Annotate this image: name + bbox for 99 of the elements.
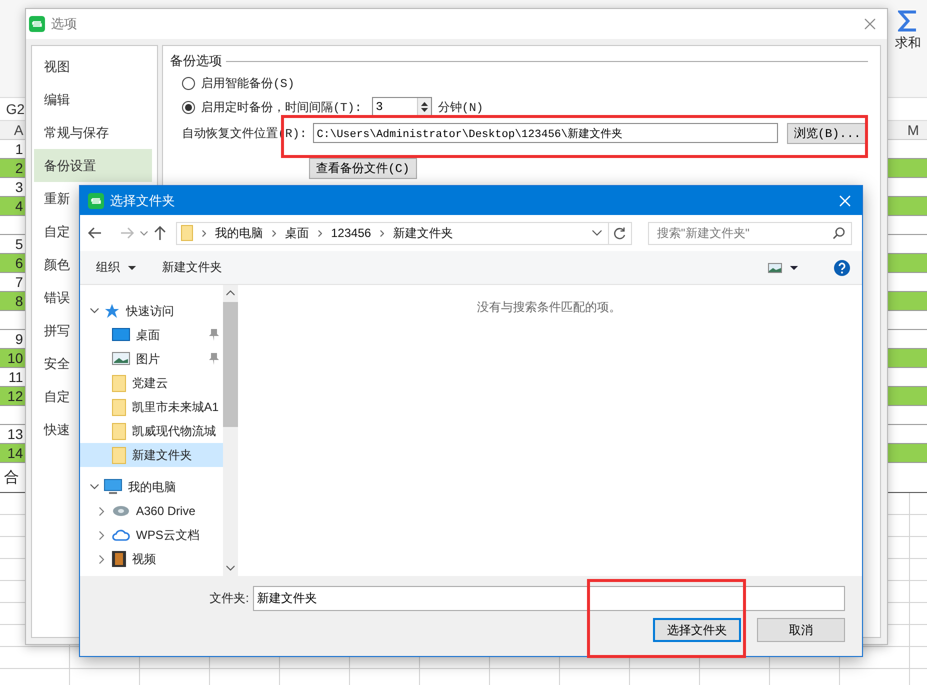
drive-icon [112, 504, 130, 518]
column-header: A [14, 122, 24, 138]
refresh-icon[interactable] [614, 226, 626, 240]
nav-item[interactable]: 编辑 [34, 83, 152, 116]
interval-unit: 分钟(N) [438, 100, 484, 116]
row-number: 7 [14, 273, 24, 291]
chevron-right-icon [318, 230, 322, 236]
tree-item[interactable]: 我的电脑 [80, 475, 223, 499]
row-number: 2 [14, 159, 24, 177]
tree-item[interactable]: 图片 [80, 347, 223, 371]
folder-icon [112, 422, 126, 440]
help-button[interactable] [834, 260, 850, 276]
spin-arrows-icon[interactable] [420, 101, 428, 113]
browse-button[interactable]: 浏览(B)... [786, 122, 868, 144]
chevron-right-icon[interactable] [99, 554, 105, 564]
chevron-down-icon[interactable] [90, 484, 98, 490]
tree-item[interactable]: 凯威现代物流城 [80, 419, 223, 443]
image-icon [112, 352, 130, 366]
folder-icon [112, 398, 126, 416]
pin-icon[interactable] [208, 353, 219, 365]
organize-menu[interactable]: 组织 [96, 259, 136, 276]
row-number: 12 [6, 387, 24, 405]
tree-item[interactable]: 视频 [80, 547, 223, 571]
cloud-icon [112, 528, 130, 542]
tree-item[interactable]: 党建云 [80, 371, 223, 395]
group-title: 备份选项 [170, 52, 222, 70]
empty-message: 没有与搜索条件匹配的项。 [477, 299, 621, 316]
dialog-title: 选择文件夹 [110, 192, 176, 210]
tree-item[interactable]: 凯里市未来城A1 [80, 395, 223, 419]
chevron-down-icon[interactable] [90, 308, 98, 314]
chevron-right-icon [380, 230, 384, 236]
scrollbar[interactable] [222, 285, 238, 576]
folder-icon [181, 225, 193, 241]
star-icon [104, 303, 120, 319]
chevron-right-icon [202, 230, 206, 236]
search-icon[interactable] [833, 227, 845, 239]
sigma-icon[interactable] [898, 10, 918, 32]
view-backup-button[interactable]: 查看备份文件(C) [308, 158, 417, 179]
folder-field[interactable]: 新建文件夹 [253, 586, 845, 611]
film-icon [112, 551, 126, 567]
name-box[interactable]: G2 [6, 101, 25, 117]
interval-spinner[interactable]: 3 [372, 97, 432, 117]
search-box[interactable]: 搜索"新建文件夹" [648, 222, 852, 244]
nav-item[interactable]: 常规与保存 [34, 116, 152, 149]
caret-icon [790, 266, 798, 270]
breadcrumb-item[interactable]: 我的电脑 [215, 224, 263, 242]
address-bar[interactable]: 我的电脑 桌面 123456 新建文件夹 [176, 222, 632, 244]
tree-item[interactable]: 桌面 [80, 323, 223, 347]
dialog-title: 选项 [51, 15, 78, 33]
row-number: 9 [14, 330, 24, 348]
tree-item[interactable]: A360 Drive [80, 499, 223, 523]
row-number: 11 [7, 368, 24, 386]
row-number: 5 [14, 235, 24, 253]
breadcrumb-item[interactable]: 桌面 [285, 224, 309, 242]
row-number: 8 [14, 292, 24, 310]
back-button[interactable] [88, 227, 102, 239]
dialog-button[interactable]: 取消 [757, 618, 845, 642]
row-number: 6 [14, 254, 24, 272]
chevron-right-icon[interactable] [99, 506, 105, 516]
new-folder-button[interactable]: 新建文件夹 [162, 259, 222, 276]
column-header: M [907, 122, 919, 138]
folder-label: 文件夹: [210, 590, 249, 607]
app-logo-icon [88, 192, 104, 208]
pin-icon[interactable] [208, 329, 219, 341]
tree-item[interactable]: 新建文件夹 [80, 443, 223, 467]
radio-label[interactable]: 启用定时备份，时间间隔(T): [200, 98, 362, 116]
chevron-right-icon[interactable] [99, 530, 105, 540]
folder-icon [112, 446, 126, 464]
radio-button[interactable] [182, 76, 195, 90]
tree-item[interactable]: 快速访问 [80, 299, 223, 323]
radio-button[interactable] [182, 100, 195, 114]
up-button[interactable] [154, 226, 166, 240]
location-field[interactable]: C:\Users\Administrator\Desktop\123456\新建文件夹 [312, 123, 778, 143]
desktop-icon [112, 328, 130, 342]
app-logo-icon [29, 16, 45, 32]
row-number: 13 [6, 425, 24, 443]
row-number: 3 [14, 178, 24, 196]
radio-label[interactable]: 启用智能备份(S) [200, 74, 295, 92]
nav-item[interactable]: 视图 [34, 50, 152, 83]
row-number: 10 [6, 349, 24, 367]
view-menu[interactable] [768, 262, 798, 272]
nav-item[interactable]: 备份设置 [34, 149, 152, 182]
scroll-down-icon[interactable] [226, 565, 235, 571]
row-number: 14 [6, 444, 24, 462]
breadcrumb-item[interactable]: 123456 [331, 226, 372, 240]
total-label: 合 [4, 468, 19, 487]
tree-item[interactable]: WPS云文档 [80, 523, 223, 547]
scroll-up-icon[interactable] [226, 290, 235, 296]
folder-icon [112, 374, 126, 392]
row-number: 1 [14, 140, 24, 158]
dialog-button[interactable]: 选择文件夹 [653, 618, 741, 642]
chevron-down-icon[interactable] [592, 230, 602, 236]
computer-icon [104, 479, 122, 495]
chevron-right-icon [272, 230, 276, 236]
recent-dropdown[interactable] [140, 230, 148, 236]
breadcrumb-item[interactable]: 新建文件夹 [393, 224, 454, 242]
row-number: 4 [14, 197, 24, 215]
caret-icon [128, 266, 136, 270]
sum-label[interactable]: 求和 [895, 34, 921, 52]
